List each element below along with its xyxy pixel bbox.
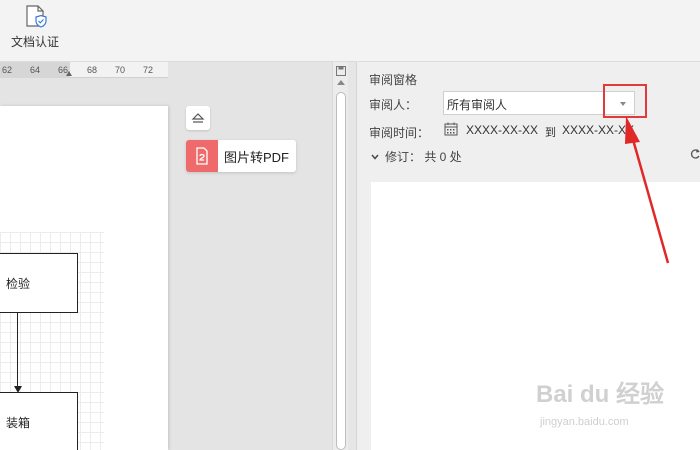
refresh-icon[interactable]	[690, 148, 700, 160]
reviewer-dropdown-value: 所有审阅人	[447, 98, 508, 112]
baidu-watermark: Bai du 经验	[536, 381, 665, 408]
ruler-tick: 72	[143, 65, 154, 75]
reviewer-label: 审阅人：	[369, 98, 418, 112]
revision-count-toggle[interactable]: 修订： 共 0 处	[371, 148, 462, 165]
flowchart-box-inspect[interactable]: 检验	[0, 253, 78, 313]
ribbon-toolbar: 文档认证	[0, 0, 700, 62]
save-icon[interactable]	[336, 66, 346, 76]
ruler-indent-marker[interactable]	[66, 71, 72, 76]
scrollbar-thumb[interactable]	[336, 92, 346, 450]
document-editor-area[interactable]: 62 64 66 68 70 72 检验 装箱 图片转PDF	[0, 62, 348, 450]
flowchart-box-label: 装箱	[6, 415, 31, 430]
highlight-annotation	[603, 84, 647, 118]
chevron-down-icon	[371, 154, 379, 160]
flowchart-box-label: 检验	[6, 276, 31, 291]
review-document-preview[interactable]	[371, 182, 700, 450]
picture-to-pdf-label: 图片转PDF	[224, 149, 290, 165]
review-time-end[interactable]: XXXX-XX-XX	[562, 123, 634, 137]
revision-count-label: 修订： 共 0 处	[385, 150, 462, 164]
picture-to-pdf-button[interactable]: 图片转PDF	[186, 140, 296, 172]
scroll-up-arrow[interactable]	[337, 80, 345, 85]
review-time-label: 审阅时间：	[369, 126, 430, 140]
ruler-tick: 64	[30, 65, 41, 75]
document-page[interactable]: 检验 装箱	[0, 106, 168, 450]
eject-icon	[191, 113, 205, 123]
flowchart-box-pack[interactable]: 装箱	[0, 392, 78, 450]
document-shield-icon	[26, 5, 47, 28]
picture-to-pdf-icon	[186, 140, 218, 172]
document-auth-label: 文档认证	[10, 35, 59, 49]
flowchart-connector	[17, 313, 18, 387]
baidu-watermark-url: jingyan.baidu.com	[540, 416, 629, 428]
vertical-scrollbar[interactable]	[332, 62, 348, 450]
calendar-icon[interactable]	[444, 122, 458, 136]
review-pane-title: 审阅窗格	[369, 73, 418, 87]
collapse-panel-button[interactable]	[186, 106, 210, 130]
horizontal-ruler[interactable]: 62 64 66 68 70 72	[0, 62, 168, 78]
document-auth-button[interactable]: 文档认证	[6, 2, 64, 58]
ruler-tick: 62	[2, 65, 13, 75]
ruler-tick: 70	[115, 65, 126, 75]
ruler-tick: 68	[87, 65, 98, 75]
review-time-start[interactable]: XXXX-XX-XX	[466, 123, 538, 137]
review-time-separator: 到	[545, 127, 556, 139]
